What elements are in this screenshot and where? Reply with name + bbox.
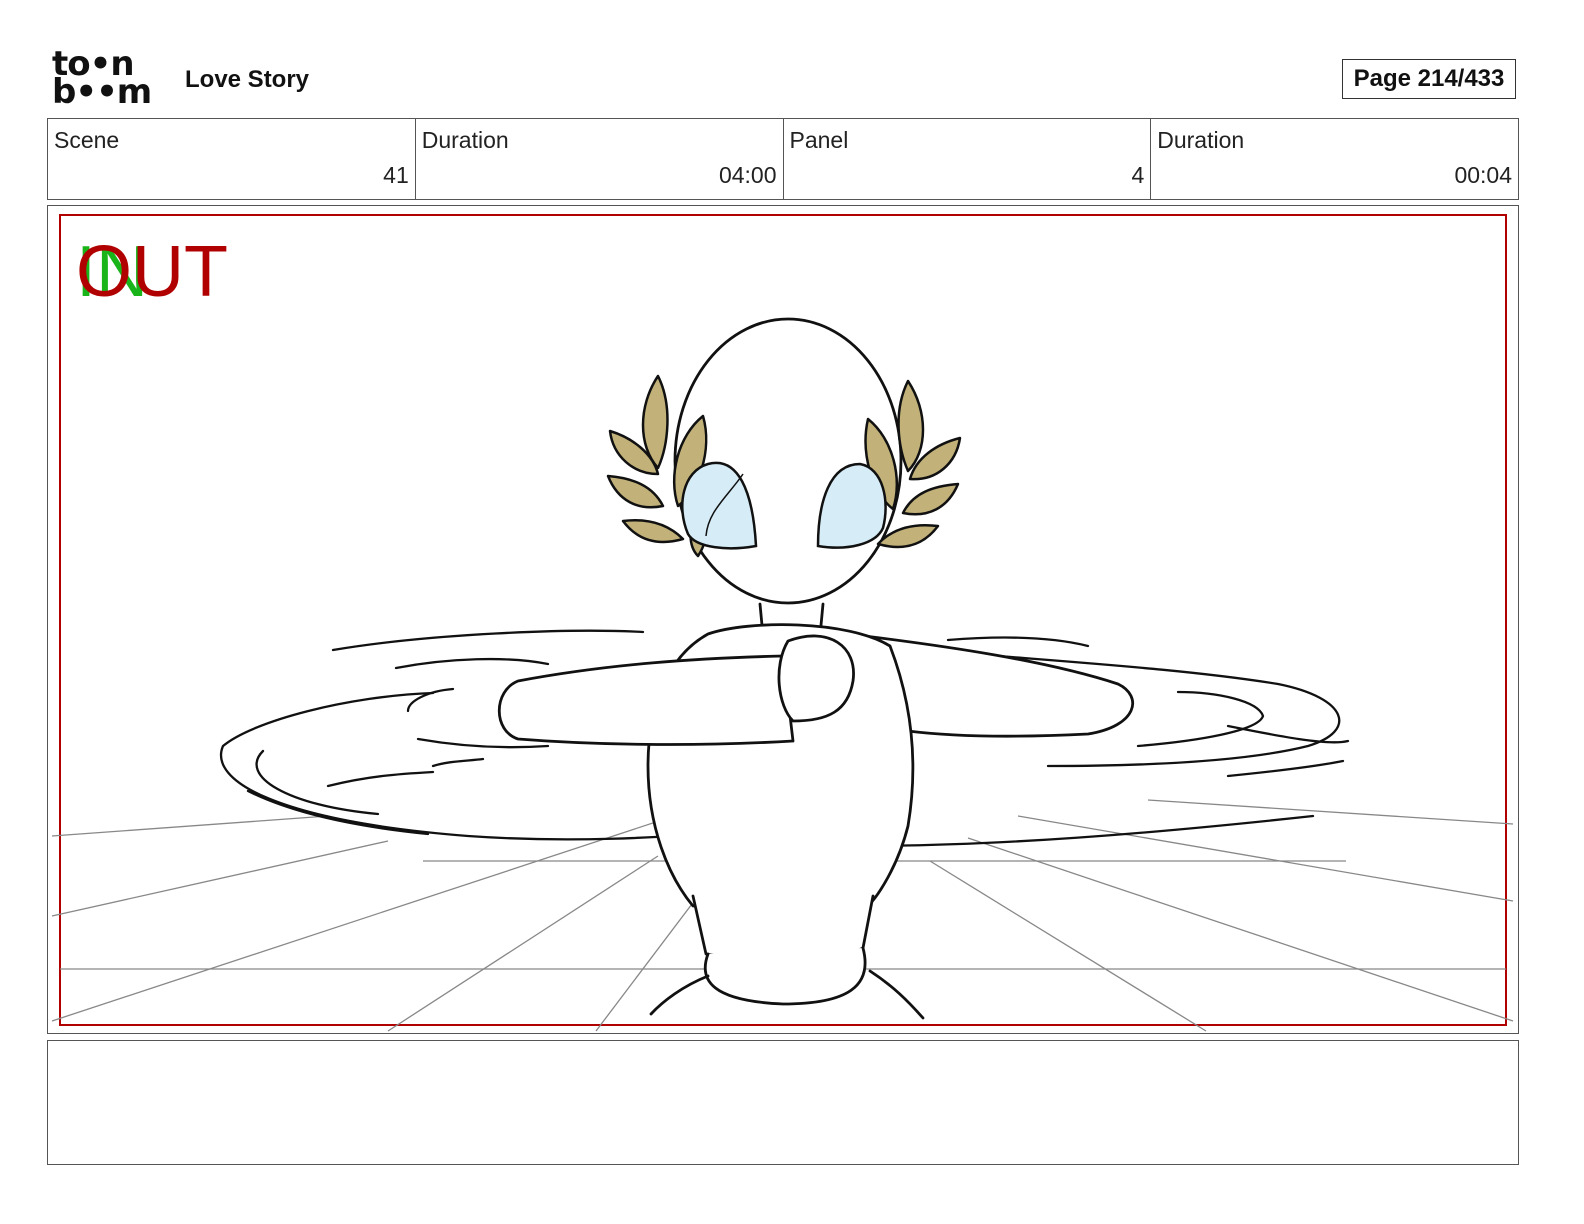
panel-drawing <box>51 214 1514 1032</box>
in-out-marker: IN OUT <box>76 232 246 312</box>
left-arm <box>497 654 795 746</box>
left-leg-stub <box>649 974 710 1016</box>
page-indicator: Page 214/433 <box>1342 59 1516 99</box>
out-label: OUT <box>76 232 228 312</box>
panel-label: Panel <box>789 127 849 153</box>
scene-duration-label: Duration <box>421 127 509 153</box>
scene-label: Scene <box>54 127 120 153</box>
panel-duration-label: Duration <box>1157 127 1245 153</box>
panel-notes-box[interactable] <box>47 1040 1519 1165</box>
project-title: Love Story <box>185 66 310 93</box>
panel-cell: Panel 4 <box>784 119 1152 199</box>
panel-duration-cell: Duration 00:04 <box>1151 119 1518 199</box>
panel-duration-value: 00:04 <box>1454 162 1512 188</box>
logo-line-2: b••m <box>52 72 152 112</box>
pelvis <box>703 946 867 1006</box>
toonboom-logo: to•n b••m <box>52 47 164 112</box>
right-leg-stub <box>868 969 925 1020</box>
scene-value: 41 <box>383 162 409 188</box>
scene-cell: Scene 41 <box>48 119 416 199</box>
scene-duration-value: 04:00 <box>718 162 777 188</box>
scene-info-table: Scene 41 Duration 04:00 Panel 4 Duration… <box>47 118 1519 200</box>
logo-wordmark: to•n b••m <box>52 47 164 112</box>
character-figure <box>497 317 1135 1020</box>
panel-value: 4 <box>1131 162 1145 188</box>
storyboard-panel: IN OUT <box>47 205 1519 1034</box>
scene-duration-cell: Duration 04:00 <box>416 119 784 199</box>
